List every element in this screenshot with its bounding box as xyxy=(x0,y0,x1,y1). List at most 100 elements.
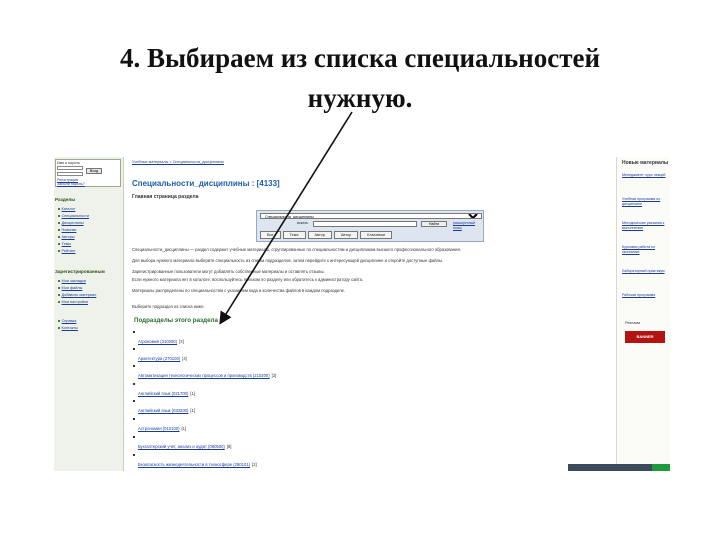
description-paragraph: Выберите подраздел из списка ниже. xyxy=(132,304,205,309)
bullet-icon xyxy=(58,243,60,245)
bullet-icon xyxy=(133,454,135,456)
sidebar-item-topics[interactable]: Темы xyxy=(58,242,71,247)
subsection-link[interactable]: Архитектура (270100) xyxy=(138,356,180,361)
bottom-banner[interactable] xyxy=(568,464,670,471)
subsection-link[interactable]: Бухгалтерский учет, анализ и аудит (0605… xyxy=(138,444,225,449)
sidebar-item-contacts[interactable]: Контакты xyxy=(58,326,78,331)
subsection-link[interactable]: Астрономия (010100) xyxy=(138,426,180,431)
sections-heading: Разделы xyxy=(55,197,76,202)
new-material-link[interactable]: Лабораторный практикум xyxy=(622,269,668,274)
section-select[interactable]: Специальности_дисциплины xyxy=(260,213,482,219)
search-input[interactable] xyxy=(313,221,417,227)
sidebar-item-bookmarks[interactable]: Мои закладки xyxy=(58,279,86,284)
subsection-link[interactable]: Безопасность жизнедеятельности в техносф… xyxy=(138,462,250,467)
subsection-item[interactable]: Астрономия (010100) [1] xyxy=(133,418,187,431)
tab-topic[interactable]: Тема xyxy=(282,231,306,239)
search-panel: Специальности_дисциплины искать Найти ра… xyxy=(256,210,484,242)
description-paragraph: Зарегистрированные пользователи могут до… xyxy=(132,269,325,274)
bullet-icon xyxy=(58,320,60,322)
subsection-link[interactable]: Автоматизация технологических процессов … xyxy=(138,373,270,378)
right-sidebar: Новые материалы Менеджмент: курс лекций … xyxy=(616,157,670,471)
section-subtitle: Главная страница раздела xyxy=(132,194,199,200)
subsection-item[interactable]: Бухгалтерский учет, анализ и аудит (0605… xyxy=(133,436,232,449)
sidebar-item-specialties[interactable]: Специальности xyxy=(58,214,89,219)
breadcrumb[interactable]: Учебные материалы > Специальности_дисцип… xyxy=(132,160,224,165)
subsection-item[interactable]: Архитектура (270100) [4] xyxy=(133,348,187,361)
login-button[interactable]: Вход xyxy=(86,168,102,174)
subsection-item[interactable]: Агрономия (310200) [3] xyxy=(133,331,184,344)
left-sidebar: Имя и пароль Вход Регистрация Забыли пар… xyxy=(54,157,124,471)
subsection-item[interactable]: Английский язык (021700) [1] xyxy=(133,383,195,396)
tab-author-2[interactable]: Автор xyxy=(333,231,359,239)
subsection-item[interactable]: Безопасность жизнедеятельности в техносф… xyxy=(133,454,257,467)
ad-banner[interactable]: BANNER xyxy=(625,331,665,343)
new-material-link[interactable]: Курсовая работа по экономике xyxy=(622,245,668,254)
sidebar-item-rating[interactable]: Рейтинг xyxy=(58,249,75,254)
slide-title-line-2: нужную. xyxy=(307,83,413,113)
new-material-link[interactable]: Учебная программа по дисциплине xyxy=(622,197,668,206)
tab-author[interactable]: Автор xyxy=(307,231,332,239)
slide-title: 4. Выбираем из списка специальностей нуж… xyxy=(40,38,680,118)
bullet-icon xyxy=(58,327,60,329)
subsection-link[interactable]: Английский язык (021700) xyxy=(138,391,188,396)
advanced-search-link[interactable]: расширенный поиск xyxy=(453,221,483,232)
description-paragraph: Специальности_дисциплины — раздел содерж… xyxy=(132,247,461,252)
subsection-item[interactable]: Английский язык (033200) [1] xyxy=(133,400,196,413)
tab-keywords[interactable]: Ключевые xyxy=(360,231,393,239)
new-material-link[interactable]: Менеджмент: курс лекций xyxy=(622,173,668,178)
subsection-count: [8] xyxy=(226,444,232,449)
bullet-icon xyxy=(58,236,60,238)
bullet-icon xyxy=(58,301,60,303)
slide-title-line-1: 4. Выбираем из списка специальностей xyxy=(119,43,601,73)
subsection-count: [2] xyxy=(252,462,257,467)
new-material-link[interactable]: Рабочая программа xyxy=(622,293,668,298)
subsection-count: [3] xyxy=(179,339,184,344)
main-content: Учебные материалы > Специальности_дисцип… xyxy=(128,157,612,471)
subsection-item[interactable]: Автоматизация технологических процессов … xyxy=(133,365,276,378)
bullet-icon xyxy=(58,215,60,217)
username-input[interactable] xyxy=(57,166,83,170)
subsection-count: [4] xyxy=(182,356,187,361)
website-screenshot: Имя и пароль Вход Регистрация Забыли пар… xyxy=(54,157,670,471)
description-paragraph: Если нужного материала нет в каталоге, в… xyxy=(132,277,364,282)
sidebar-item-settings[interactable]: Мои настройки xyxy=(58,300,88,305)
search-label: искать xyxy=(297,221,308,225)
password-input[interactable] xyxy=(57,172,83,176)
sidebar-item-help[interactable]: Справка xyxy=(58,319,76,324)
bullet-icon xyxy=(58,250,60,252)
subsection-count: [1] xyxy=(181,426,187,431)
sidebar-item-my-files[interactable]: Мои файлы xyxy=(58,286,82,291)
bullet-icon xyxy=(133,365,135,367)
bullet-icon xyxy=(133,418,135,420)
bullet-icon xyxy=(58,294,60,296)
bullet-icon xyxy=(133,400,135,402)
forgot-password-link[interactable]: Забыли пароль? xyxy=(57,182,85,187)
bullet-icon xyxy=(58,280,60,282)
bullet-icon xyxy=(133,331,135,333)
find-button[interactable]: Найти xyxy=(421,221,447,227)
bullet-icon xyxy=(58,287,60,289)
bottom-banner-accent xyxy=(652,464,670,471)
new-material-link[interactable]: Методические указания к выполнению xyxy=(622,221,668,230)
subsections-heading: Подразделы этого раздела xyxy=(134,317,218,324)
subsection-link[interactable]: Агрономия (310200) xyxy=(138,339,177,344)
sidebar-item-new[interactable]: Новинки xyxy=(58,228,76,233)
subsection-link[interactable]: Английский язык (033200) xyxy=(138,408,188,413)
bullet-icon xyxy=(133,383,135,385)
ad-label: Реклама xyxy=(625,321,641,325)
description-paragraph: Материалы распределены по специальностям… xyxy=(132,288,346,293)
sidebar-item-catalog[interactable]: Каталог xyxy=(58,207,75,212)
section-title: Специальности_дисциплины : [4133] xyxy=(132,179,280,188)
sidebar-item-authors[interactable]: Авторы xyxy=(58,235,75,240)
search-tabs: Все Тема Автор Автор Ключевые xyxy=(260,231,393,239)
sidebar-item-disciplines[interactable]: Дисциплины xyxy=(58,221,84,226)
registered-heading: Зарегистрированным xyxy=(55,269,105,274)
new-materials-heading: Новые материалы xyxy=(622,160,669,166)
sidebar-item-add-material[interactable]: Добавить материал xyxy=(58,293,96,298)
bullet-icon xyxy=(58,222,60,224)
description-paragraph: Для выбора нужного материала выберите сп… xyxy=(132,258,444,263)
bullet-icon xyxy=(58,229,60,231)
bullet-icon xyxy=(133,348,135,350)
subsection-count: [1] xyxy=(190,408,196,413)
tab-all[interactable]: Все xyxy=(260,231,281,239)
